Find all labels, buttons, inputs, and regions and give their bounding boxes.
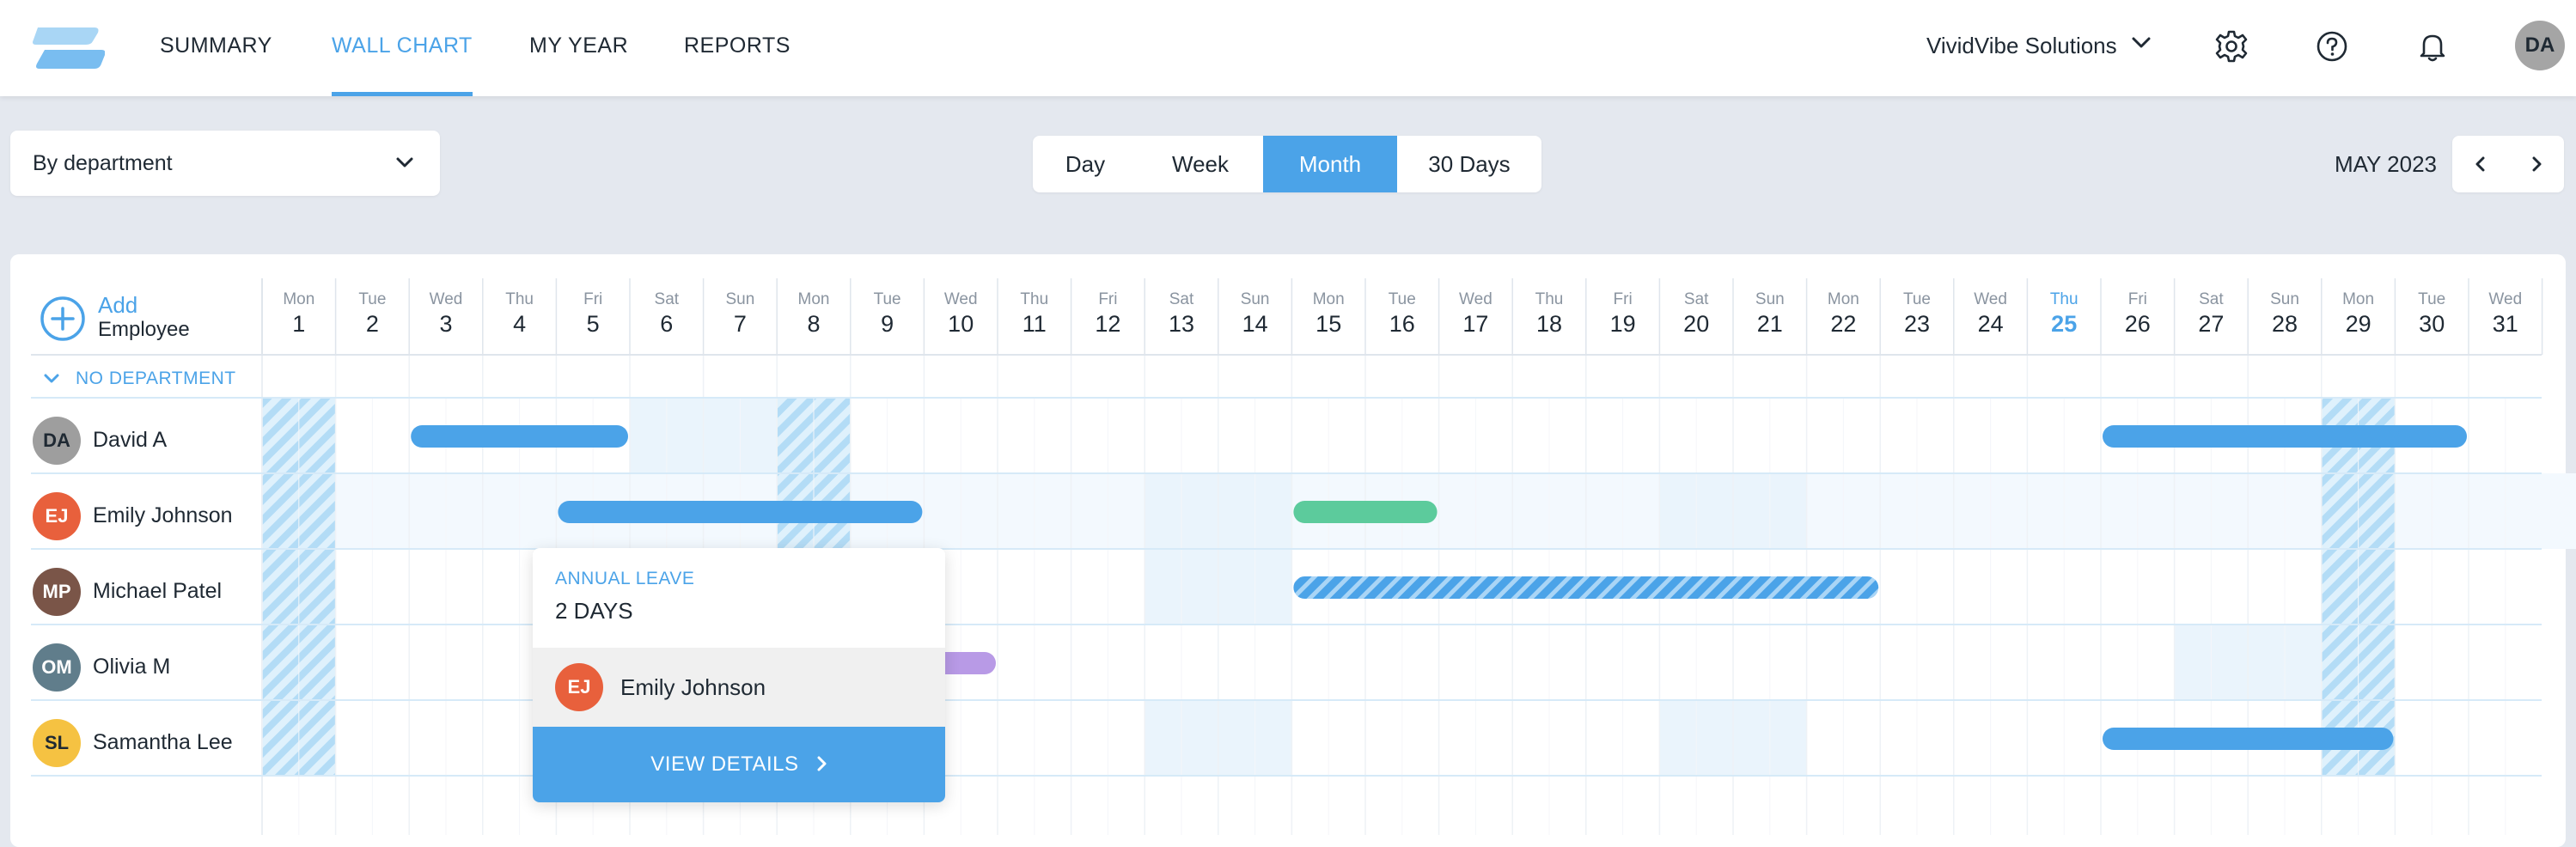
- day-number: 13: [1169, 311, 1194, 337]
- leave-bar: [558, 501, 923, 523]
- weekday-label: Thu: [2050, 290, 2079, 308]
- weekday-label: Thu: [505, 290, 534, 308]
- employee-name: Emily Johnson: [620, 674, 766, 700]
- leave-bar: [1293, 576, 1879, 599]
- day-number: 20: [1683, 311, 1709, 337]
- day-number: 22: [1830, 311, 1856, 337]
- view-details-button[interactable]: VIEW DETAILS: [533, 727, 945, 802]
- day-number: 17: [1462, 311, 1488, 337]
- day-number: 16: [1389, 311, 1415, 337]
- day-number: 29: [2346, 311, 2372, 337]
- weekday-label: Tue: [1389, 290, 1416, 308]
- day-number: 9: [881, 311, 894, 337]
- weekday-label: Sat: [1169, 290, 1194, 308]
- weekday-label: Fri: [1614, 290, 1633, 308]
- day-number: 3: [439, 311, 452, 337]
- leave-bar: [2103, 728, 2394, 750]
- day-number: 10: [948, 311, 974, 337]
- day-number: 11: [1022, 311, 1047, 337]
- weekday-label: Fri: [1098, 290, 1117, 308]
- leave-duration: 2 DAYS: [555, 598, 633, 624]
- day-number: 27: [2198, 311, 2224, 337]
- leave-employee: EJ Emily Johnson: [533, 648, 945, 727]
- weekday-label: Sat: [1684, 290, 1709, 308]
- day-number: 28: [2272, 311, 2298, 337]
- employee-avatar: EJ: [555, 663, 603, 711]
- day-number: 14: [1242, 311, 1268, 337]
- weekday-label: Tue: [2418, 290, 2445, 308]
- leave-popover: ANNUAL LEAVE 2 DAYS EJ Emily Johnson VIE…: [533, 548, 945, 802]
- day-number: 23: [1904, 311, 1930, 337]
- wall-chart-grid: Mon 1 Tue 2 Wed 3 Thu 4 Fri 5 Sat 6 Sun 7 Mon 8 Tue 9 Wed 1…: [31, 278, 2576, 835]
- weekday-label: Sun: [2270, 290, 2299, 308]
- weekday-label: Thu: [1020, 290, 1048, 308]
- day-number: 1: [292, 311, 305, 337]
- day-number: 15: [1315, 311, 1341, 337]
- day-number: 12: [1095, 311, 1120, 337]
- day-number: 19: [1610, 311, 1636, 337]
- weekday-label: Sun: [1755, 290, 1785, 308]
- leave-bar: [2103, 425, 2467, 448]
- view-details-label: VIEW DETAILS: [650, 753, 799, 776]
- day-number: 7: [734, 311, 747, 337]
- day-number: 4: [513, 311, 526, 337]
- day-number: 18: [1536, 311, 1562, 337]
- weekday-label: Wed: [2488, 290, 2522, 308]
- day-number: 24: [1978, 311, 2004, 337]
- weekday-label: Sat: [2199, 290, 2224, 308]
- weekday-label: Sat: [655, 290, 680, 308]
- day-number: 21: [1757, 311, 1783, 337]
- weekday-label: Sun: [725, 290, 754, 308]
- weekday-label: Sun: [1241, 290, 1270, 308]
- weekday-label: Tue: [874, 290, 901, 308]
- weekday-label: Tue: [1903, 290, 1931, 308]
- day-number: 5: [587, 311, 600, 337]
- leave-bar: [411, 425, 628, 448]
- weekday-label: Fri: [583, 290, 602, 308]
- day-number: 30: [2419, 311, 2445, 337]
- day-number: 8: [807, 311, 820, 337]
- weekday-label: Wed: [1974, 290, 2007, 308]
- day-number: 6: [660, 311, 673, 337]
- weekday-label: Thu: [1535, 290, 1564, 308]
- weekday-label: Fri: [2128, 290, 2147, 308]
- weekday-label: Wed: [430, 290, 463, 308]
- leave-bar: [1293, 501, 1438, 523]
- weekday-label: Tue: [358, 290, 386, 308]
- chevron-right-icon: [817, 756, 827, 771]
- day-number: 31: [2493, 311, 2518, 337]
- weekday-label: Wed: [944, 290, 978, 308]
- weekday-label: Mon: [283, 290, 314, 308]
- leave-type: ANNUAL LEAVE: [555, 569, 695, 588]
- weekday-label: Mon: [1313, 290, 1345, 308]
- weekday-label: Mon: [2342, 290, 2374, 308]
- weekday-label: Wed: [1459, 290, 1492, 308]
- day-number: 25: [2051, 311, 2077, 337]
- weekday-label: Mon: [798, 290, 830, 308]
- weekday-label: Mon: [1828, 290, 1859, 308]
- day-number: 2: [366, 311, 379, 337]
- day-number: 26: [2125, 311, 2151, 337]
